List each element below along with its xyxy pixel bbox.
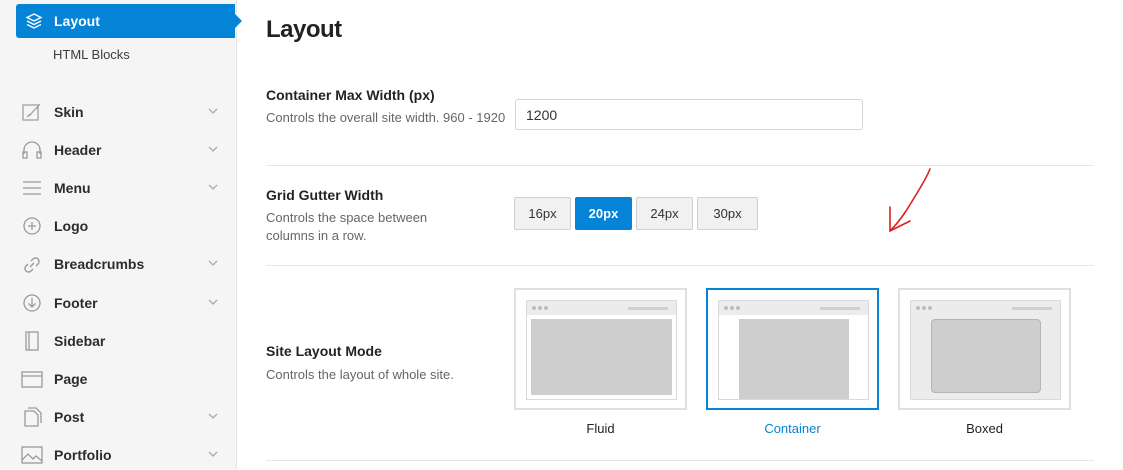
chevron-down-icon bbox=[208, 451, 218, 457]
divider bbox=[266, 165, 1094, 166]
sidebar-item-header[interactable]: Header bbox=[20, 135, 230, 165]
plus-circle-icon bbox=[20, 215, 44, 237]
gutter-option-20px[interactable]: 20px bbox=[575, 197, 632, 230]
annotation-arrow-icon bbox=[889, 168, 931, 232]
sidebar-item-label: Layout bbox=[54, 13, 100, 29]
layout-option-container-label: Container bbox=[764, 421, 821, 436]
sidebar-item-label: Post bbox=[54, 409, 85, 425]
sidebar-subitem-html-blocks[interactable]: HTML Blocks bbox=[53, 47, 130, 62]
sidebar-item-label: Logo bbox=[54, 218, 89, 234]
layout-option-fluid[interactable] bbox=[514, 288, 687, 410]
layout-mode-description: Controls the layout of whole site. bbox=[266, 367, 454, 382]
sidebar-item-menu[interactable]: Menu bbox=[20, 173, 230, 203]
sidebar-item-label: Breadcrumbs bbox=[54, 256, 145, 272]
sidebar-item-post[interactable]: Post bbox=[20, 402, 230, 432]
menu-icon bbox=[20, 177, 44, 199]
divider bbox=[266, 460, 1094, 461]
gutter-option-30px[interactable]: 30px bbox=[697, 197, 758, 230]
chevron-down-icon bbox=[208, 184, 218, 190]
sidebar-icon bbox=[20, 330, 44, 352]
gutter-option-24px[interactable]: 24px bbox=[636, 197, 693, 230]
gutter-width-title: Grid Gutter Width bbox=[266, 187, 384, 203]
gutter-option-16px[interactable]: 16px bbox=[514, 197, 571, 230]
sidebar: Layout HTML Blocks Skin Header Menu Logo… bbox=[0, 0, 242, 470]
sidebar-item-label: Header bbox=[54, 142, 102, 158]
chevron-down-icon bbox=[208, 108, 218, 114]
image-icon bbox=[20, 444, 44, 466]
sidebar-item-layout[interactable]: Layout bbox=[16, 4, 242, 38]
gutter-width-description: Controls the space between columns in a … bbox=[266, 210, 428, 243]
sidebar-item-logo[interactable]: Logo bbox=[20, 211, 230, 241]
divider bbox=[266, 265, 1094, 266]
sidebar-item-label: Sidebar bbox=[54, 333, 106, 349]
layout-option-boxed-label: Boxed bbox=[966, 421, 1003, 436]
browser-preview bbox=[526, 300, 677, 400]
page-title: Layout bbox=[266, 16, 342, 43]
sidebar-item-portfolio[interactable]: Portfolio bbox=[20, 440, 230, 470]
sidebar-item-breadcrumbs[interactable]: Breadcrumbs bbox=[20, 249, 230, 279]
sidebar-item-label: Portfolio bbox=[54, 447, 112, 463]
sidebar-item-label: Page bbox=[54, 371, 88, 387]
sidebar-item-label: Menu bbox=[54, 180, 91, 196]
sidebar-item-skin[interactable]: Skin bbox=[20, 97, 230, 127]
sidebar-item-sidebar[interactable]: Sidebar bbox=[20, 326, 230, 356]
chevron-down-icon bbox=[208, 299, 218, 305]
post-icon bbox=[20, 406, 44, 428]
page-icon bbox=[20, 368, 44, 390]
sidebar-item-label: Footer bbox=[54, 295, 98, 311]
layout-option-container[interactable] bbox=[706, 288, 879, 410]
browser-preview bbox=[718, 300, 869, 400]
layout-mode-title: Site Layout Mode bbox=[266, 343, 382, 359]
skin-icon bbox=[20, 101, 44, 123]
layout-option-fluid-label: Fluid bbox=[586, 421, 615, 436]
headphones-icon bbox=[20, 139, 44, 161]
chevron-down-icon bbox=[208, 260, 218, 266]
container-width-title: Container Max Width (px) bbox=[266, 87, 435, 103]
layout-option-boxed[interactable] bbox=[898, 288, 1071, 410]
sidebar-item-label: Skin bbox=[54, 104, 84, 120]
container-width-description: Controls the overall site width. 960 - 1… bbox=[266, 110, 506, 125]
chevron-down-icon bbox=[208, 413, 218, 419]
container-width-input[interactable] bbox=[515, 99, 863, 130]
sidebar-item-footer[interactable]: Footer bbox=[20, 288, 230, 318]
gutter-width-options: 16px 20px 24px 30px bbox=[514, 197, 762, 230]
layers-icon bbox=[24, 11, 44, 31]
link-icon bbox=[20, 253, 44, 275]
chevron-down-icon bbox=[208, 146, 218, 152]
sidebar-item-page[interactable]: Page bbox=[20, 364, 230, 394]
arrow-down-circle-icon bbox=[20, 292, 44, 314]
browser-preview bbox=[910, 300, 1061, 400]
